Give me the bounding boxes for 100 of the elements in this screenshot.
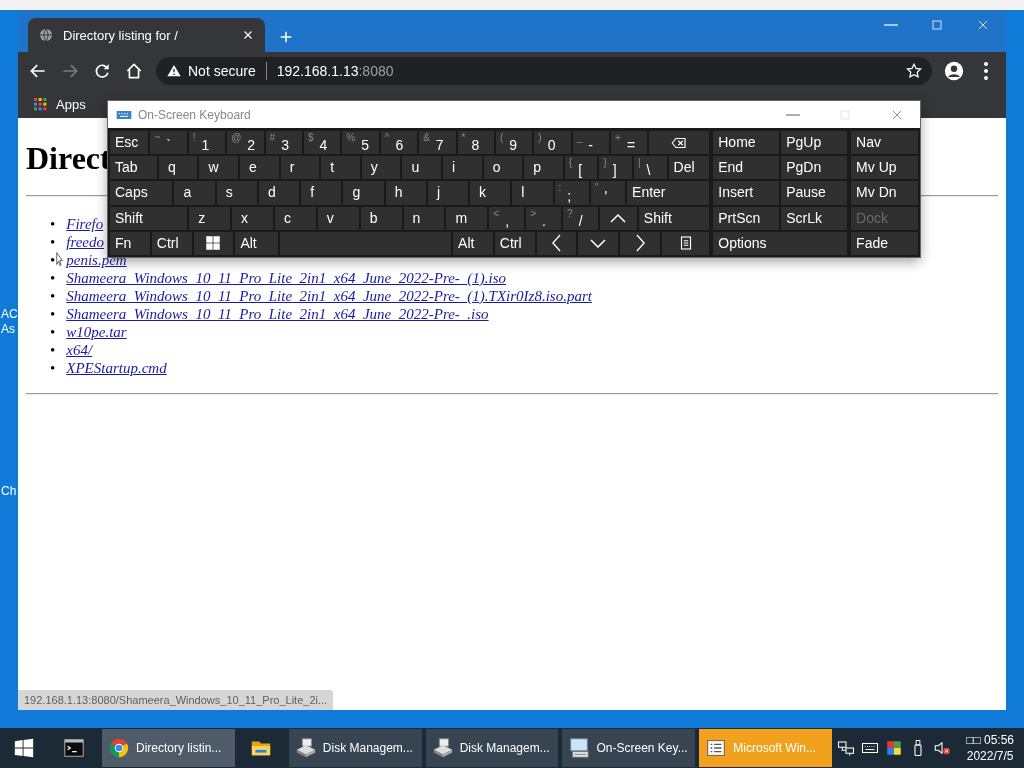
keyboard-key[interactable]: Shift	[110, 206, 188, 230]
keyboard-key[interactable]: s	[216, 181, 257, 205]
keyboard-key[interactable]: Esc	[110, 131, 149, 155]
desktop-icon-label: AC	[1, 307, 18, 321]
list-bullet: •	[50, 323, 56, 341]
keyboard-key[interactable]: Tab	[110, 156, 157, 180]
keyboard-key[interactable]: : ;	[554, 181, 589, 205]
status-bubble: 192.168.1.13:8080/Shameera_Windows_10_11_Pro_Lite_2i...	[18, 690, 334, 710]
keyboard-key[interactable]: r	[280, 156, 320, 180]
keyboard-key[interactable]: w	[199, 156, 239, 180]
taskbar-button[interactable]: Disk Managem...	[425, 729, 559, 767]
keyboard-key[interactable]: Del	[668, 156, 710, 180]
keyboard-key[interactable]: o	[483, 156, 523, 180]
file-link[interactable]: freedo	[66, 233, 105, 251]
keyboard-key[interactable]: ^ 6	[380, 131, 418, 155]
keyboard-key[interactable]: Fn	[110, 231, 150, 255]
keyboard-key[interactable]: Alt	[453, 231, 493, 255]
keyboard-key[interactable]: Enter	[627, 181, 710, 205]
keyboard-key[interactable]: t	[321, 156, 360, 180]
clock-date: 2022/7/5	[966, 748, 1014, 764]
keyboard-key[interactable]: % 5	[342, 131, 379, 155]
keyboard-key[interactable]: c	[274, 206, 316, 230]
desktop-icon-label: As	[1, 322, 15, 336]
keyboard-key[interactable]: @ 2	[227, 131, 264, 155]
keyboard-key[interactable]: " '	[590, 181, 626, 205]
file-link[interactable]: x64/	[66, 341, 93, 359]
keyboard-key[interactable]: Ctrl	[494, 231, 535, 255]
bookmark-button[interactable]: Apps	[28, 94, 90, 114]
keyboard-key[interactable]: > .	[526, 206, 562, 230]
taskbar-button[interactable]: Disk Managem...	[288, 729, 422, 767]
address-bar[interactable]: Not secure 192.168.1.13:8080	[156, 57, 932, 85]
keyboard-key[interactable]: End	[713, 156, 780, 180]
keyboard-key[interactable]: d	[258, 181, 300, 205]
keyboard-key[interactable]: h	[385, 181, 426, 205]
keyboard-key[interactable]: ScrLk	[781, 206, 848, 230]
keyboard-key[interactable]: g	[343, 181, 384, 205]
keyboard-key[interactable]: j	[427, 181, 469, 205]
keyboard-key[interactable]: PrtScn	[713, 206, 780, 230]
keyboard-key[interactable]: ( 9	[495, 131, 533, 155]
keyboard-key[interactable]: Mv Up	[851, 156, 918, 180]
keyboard-key[interactable]: a	[174, 181, 215, 205]
file-link[interactable]: Shameera_Windows_10_11_Pro_Lite_2in1_x64_June_2022-Pre-_.iso	[66, 305, 489, 323]
keyboard-key[interactable]: # 3	[265, 131, 302, 155]
file-link[interactable]: Shameera_Windows_10_11_Pro_Lite_2in1_x64_June_2022-Pre-_(1).iso	[66, 269, 507, 287]
keyboard-key[interactable]: Caps	[110, 181, 173, 205]
keyboard-key[interactable]: e	[240, 156, 279, 180]
keyboard-key[interactable]: Ctrl	[151, 231, 192, 255]
keyboard-key[interactable]: p	[524, 156, 563, 180]
keyboard-key[interactable]: Mv Dn	[851, 181, 918, 205]
file-link[interactable]: XPEStartup.cmd	[66, 359, 167, 377]
keyboard-key[interactable]: _ -	[572, 131, 610, 155]
keyboard-key[interactable]: < ,	[489, 206, 525, 230]
keyboard-key[interactable]: u	[402, 156, 442, 180]
list-bullet: •	[50, 341, 56, 359]
keyboard-key[interactable]: { [	[564, 156, 598, 180]
list-bullet: •	[50, 287, 56, 305]
browser-tab[interactable]: Directory listing for /	[28, 18, 265, 52]
keyboard-key[interactable]: f	[301, 181, 342, 205]
security-chip[interactable]: Not secure	[166, 63, 256, 79]
keyboard-key[interactable]: Nav	[851, 131, 918, 155]
keyboard-key[interactable]: b	[360, 206, 402, 230]
list-bullet: •	[50, 233, 56, 251]
keyboard-key[interactable]: ) 0	[534, 131, 571, 155]
keyboard-key[interactable]: PgDn	[781, 156, 848, 180]
keyboard-key[interactable]: k	[470, 181, 511, 205]
keyboard-key[interactable]: ~ `	[150, 131, 187, 155]
keyboard-key[interactable]: Fade	[851, 231, 918, 255]
keyboard-key[interactable]: v	[317, 206, 359, 230]
keyboard-key[interactable]: PgUp	[781, 131, 848, 155]
keyboard-key[interactable]: z	[189, 206, 231, 230]
keyboard-key[interactable]: * 8	[457, 131, 494, 155]
keyboard-key[interactable]: m	[446, 206, 488, 230]
keyboard-key[interactable]: n	[403, 206, 445, 230]
keyboard-key[interactable]: Alt	[235, 231, 279, 255]
list-bullet: •	[50, 215, 56, 233]
keyboard-key[interactable]: Home	[713, 131, 780, 155]
keyboard-key[interactable]: l	[512, 181, 553, 205]
keyboard-key[interactable]: y	[361, 156, 401, 180]
keyboard-key[interactable]: Pause	[781, 181, 848, 205]
taskbar-button[interactable]: Directory listin...	[102, 729, 235, 767]
keyboard-key[interactable]: + =	[611, 131, 648, 155]
keyboard-key[interactable]: x	[232, 206, 273, 230]
keyboard-key[interactable]: q	[158, 156, 198, 180]
file-link[interactable]: Shameera_Windows_10_11_Pro_Lite_2in1_x64_June_2022-Pre-_(1).TXir0Iz8.iso.part	[66, 287, 592, 305]
keyboard-key[interactable]: $ 4	[303, 131, 341, 155]
keyboard-key[interactable]: ? /	[563, 206, 598, 230]
list-bullet: •	[50, 359, 56, 377]
keyboard-key[interactable]: Options	[713, 231, 848, 255]
desktop-icon-label: Ch	[1, 484, 17, 498]
keyboard-key[interactable]: Shift	[638, 206, 710, 230]
clock-time: □□ 05:56	[966, 732, 1014, 748]
file-link[interactable]: Firefo	[66, 215, 104, 233]
keyboard-key[interactable]: ! 1	[188, 131, 226, 155]
taskbar-button[interactable]: On-Screen Key...	[562, 729, 696, 767]
keyboard-key[interactable]: i	[443, 156, 482, 180]
file-link[interactable]: w10pe.tar	[66, 323, 127, 341]
keyboard-key[interactable]: Insert	[713, 181, 780, 205]
keyboard-key[interactable]: } ]	[599, 156, 632, 180]
keyboard-key[interactable]: | \	[634, 156, 667, 180]
keyboard-key[interactable]: & 7	[419, 131, 456, 155]
